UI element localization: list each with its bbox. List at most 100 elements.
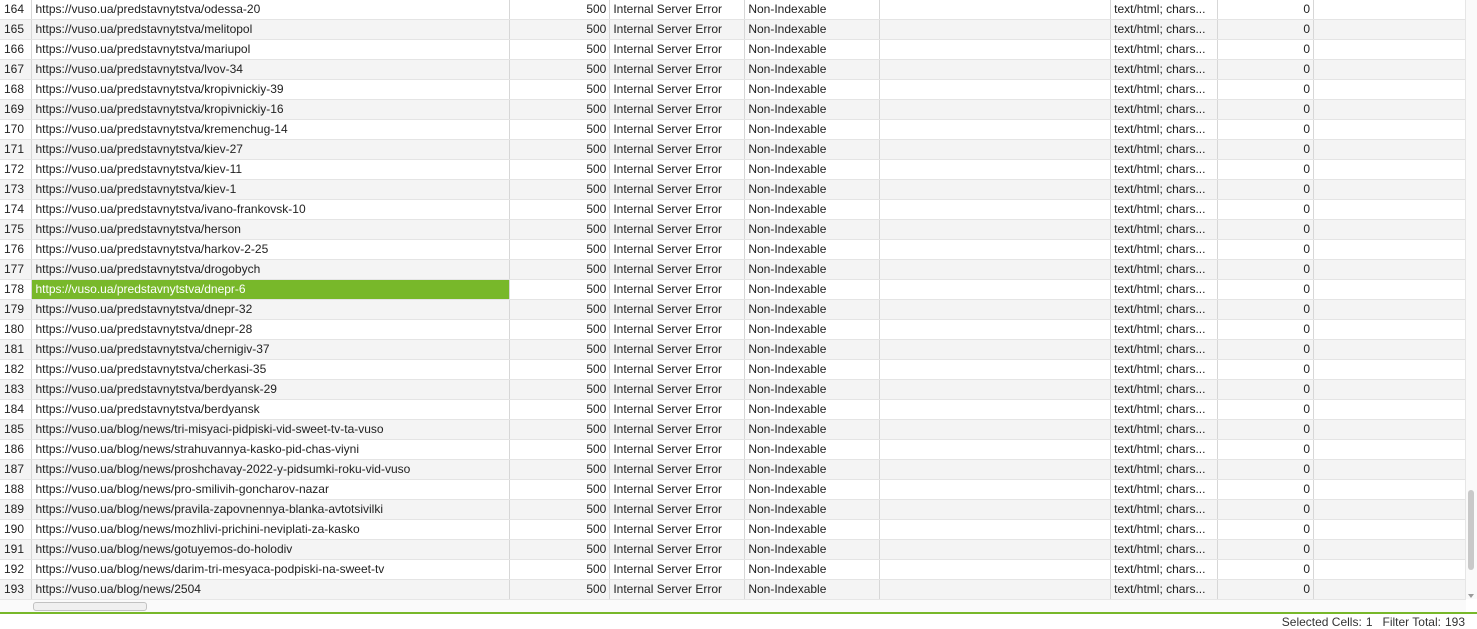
status-cell[interactable]: Internal Server Error	[609, 499, 746, 520]
size-cell[interactable]: 0	[1217, 219, 1315, 240]
table-row[interactable]: 175 https://vuso.ua/predstavnytstva/herso…	[0, 219, 1466, 240]
indexability-cell[interactable]: Non-Indexable	[744, 259, 881, 280]
empty-cell[interactable]	[1313, 279, 1466, 300]
status-cell[interactable]: Internal Server Error	[609, 19, 746, 40]
empty-cell[interactable]	[1313, 119, 1466, 140]
status-cell[interactable]: Internal Server Error	[609, 479, 746, 500]
row-number-cell[interactable]: 165	[0, 19, 33, 40]
indexability-cell[interactable]: Non-Indexable	[744, 559, 881, 580]
size-cell[interactable]: 0	[1217, 299, 1315, 320]
content-type-cell[interactable]: text/html; chars...	[1110, 579, 1219, 599]
size-cell[interactable]: 0	[1217, 439, 1315, 460]
content-type-cell[interactable]: text/html; chars...	[1110, 279, 1219, 300]
address-cell[interactable]: https://vuso.ua/blog/news/darim-tri-mesy…	[31, 559, 511, 580]
status-code-cell[interactable]: 500	[509, 219, 611, 240]
status-code-cell[interactable]: 500	[509, 159, 611, 180]
status-code-cell[interactable]: 500	[509, 179, 611, 200]
empty-cell[interactable]	[1313, 459, 1466, 480]
empty-cell[interactable]	[1313, 579, 1466, 599]
content-type-cell[interactable]: text/html; chars...	[1110, 339, 1219, 360]
indexability-cell[interactable]: Non-Indexable	[744, 539, 881, 560]
indexability-status-cell[interactable]	[879, 319, 1112, 340]
indexability-status-cell[interactable]	[879, 39, 1112, 60]
address-cell[interactable]: https://vuso.ua/predstavnytstva/drogobyc…	[31, 259, 511, 280]
address-cell[interactable]: https://vuso.ua/predstavnytstva/kiev-11	[31, 159, 511, 180]
row-number-cell[interactable]: 170	[0, 119, 33, 140]
status-code-cell[interactable]: 500	[509, 119, 611, 140]
size-cell[interactable]: 0	[1217, 19, 1315, 40]
status-code-cell[interactable]: 500	[509, 79, 611, 100]
status-code-cell[interactable]: 500	[509, 199, 611, 220]
address-cell[interactable]: https://vuso.ua/predstavnytstva/kremench…	[31, 119, 511, 140]
indexability-status-cell[interactable]	[879, 579, 1112, 599]
content-type-cell[interactable]: text/html; chars...	[1110, 359, 1219, 380]
status-cell[interactable]: Internal Server Error	[609, 539, 746, 560]
status-cell[interactable]: Internal Server Error	[609, 39, 746, 60]
status-code-cell[interactable]: 500	[509, 239, 611, 260]
table-row[interactable]: 183 https://vuso.ua/predstavnytstva/berdy…	[0, 379, 1466, 400]
results-table[interactable]: 164 https://vuso.ua/predstavnytstva/odess…	[0, 0, 1466, 599]
size-cell[interactable]: 0	[1217, 39, 1315, 60]
table-row[interactable]: 174 https://vuso.ua/predstavnytstva/ivano…	[0, 199, 1466, 220]
table-row[interactable]: 186 https://vuso.ua/blog/news/strahuvanny…	[0, 439, 1466, 460]
row-number-cell[interactable]: 182	[0, 359, 33, 380]
row-number-cell[interactable]: 172	[0, 159, 33, 180]
status-code-cell[interactable]: 500	[509, 539, 611, 560]
row-number-cell[interactable]: 193	[0, 579, 33, 599]
table-row[interactable]: 169 https://vuso.ua/predstavnytstva/kropi…	[0, 99, 1466, 120]
status-code-cell[interactable]: 500	[509, 439, 611, 460]
indexability-status-cell[interactable]	[879, 419, 1112, 440]
indexability-status-cell[interactable]	[879, 399, 1112, 420]
size-cell[interactable]: 0	[1217, 579, 1315, 599]
table-row[interactable]: 189 https://vuso.ua/blog/news/pravila-zap…	[0, 499, 1466, 520]
empty-cell[interactable]	[1313, 19, 1466, 40]
address-cell[interactable]: https://vuso.ua/predstavnytstva/mariupol	[31, 39, 511, 60]
row-number-cell[interactable]: 178	[0, 279, 33, 300]
address-cell[interactable]: https://vuso.ua/predstavnytstva/berdyans…	[31, 379, 511, 400]
status-cell[interactable]: Internal Server Error	[609, 0, 746, 20]
indexability-cell[interactable]: Non-Indexable	[744, 239, 881, 260]
table-row[interactable]: 181 https://vuso.ua/predstavnytstva/chern…	[0, 339, 1466, 360]
table-row[interactable]: 187 https://vuso.ua/blog/news/proshchavay…	[0, 459, 1466, 480]
indexability-status-cell[interactable]	[879, 279, 1112, 300]
empty-cell[interactable]	[1313, 539, 1466, 560]
empty-cell[interactable]	[1313, 219, 1466, 240]
status-code-cell[interactable]: 500	[509, 99, 611, 120]
indexability-cell[interactable]: Non-Indexable	[744, 59, 881, 80]
size-cell[interactable]: 0	[1217, 199, 1315, 220]
indexability-status-cell[interactable]	[879, 259, 1112, 280]
status-cell[interactable]: Internal Server Error	[609, 439, 746, 460]
vertical-scroll-thumb[interactable]	[1468, 490, 1474, 570]
address-cell[interactable]: https://vuso.ua/predstavnytstva/cherkasi…	[31, 359, 511, 380]
row-number-cell[interactable]: 179	[0, 299, 33, 320]
size-cell[interactable]: 0	[1217, 539, 1315, 560]
status-code-cell[interactable]: 500	[509, 419, 611, 440]
size-cell[interactable]: 0	[1217, 159, 1315, 180]
row-number-cell[interactable]: 185	[0, 419, 33, 440]
row-number-cell[interactable]: 176	[0, 239, 33, 260]
row-number-cell[interactable]: 174	[0, 199, 33, 220]
size-cell[interactable]: 0	[1217, 519, 1315, 540]
empty-cell[interactable]	[1313, 159, 1466, 180]
horizontal-scrollbar[interactable]	[0, 599, 1466, 612]
row-number-cell[interactable]: 169	[0, 99, 33, 120]
indexability-status-cell[interactable]	[879, 559, 1112, 580]
empty-cell[interactable]	[1313, 299, 1466, 320]
status-cell[interactable]: Internal Server Error	[609, 159, 746, 180]
row-number-cell[interactable]: 168	[0, 79, 33, 100]
row-number-cell[interactable]: 192	[0, 559, 33, 580]
empty-cell[interactable]	[1313, 359, 1466, 380]
status-code-cell[interactable]: 500	[509, 139, 611, 160]
indexability-cell[interactable]: Non-Indexable	[744, 19, 881, 40]
indexability-cell[interactable]: Non-Indexable	[744, 399, 881, 420]
content-type-cell[interactable]: text/html; chars...	[1110, 159, 1219, 180]
status-cell[interactable]: Internal Server Error	[609, 399, 746, 420]
table-row[interactable]: 168 https://vuso.ua/predstavnytstva/kropi…	[0, 79, 1466, 100]
size-cell[interactable]: 0	[1217, 559, 1315, 580]
content-type-cell[interactable]: text/html; chars...	[1110, 299, 1219, 320]
empty-cell[interactable]	[1313, 259, 1466, 280]
row-number-cell[interactable]: 177	[0, 259, 33, 280]
status-code-cell[interactable]: 500	[509, 499, 611, 520]
status-cell[interactable]: Internal Server Error	[609, 379, 746, 400]
status-code-cell[interactable]: 500	[509, 559, 611, 580]
